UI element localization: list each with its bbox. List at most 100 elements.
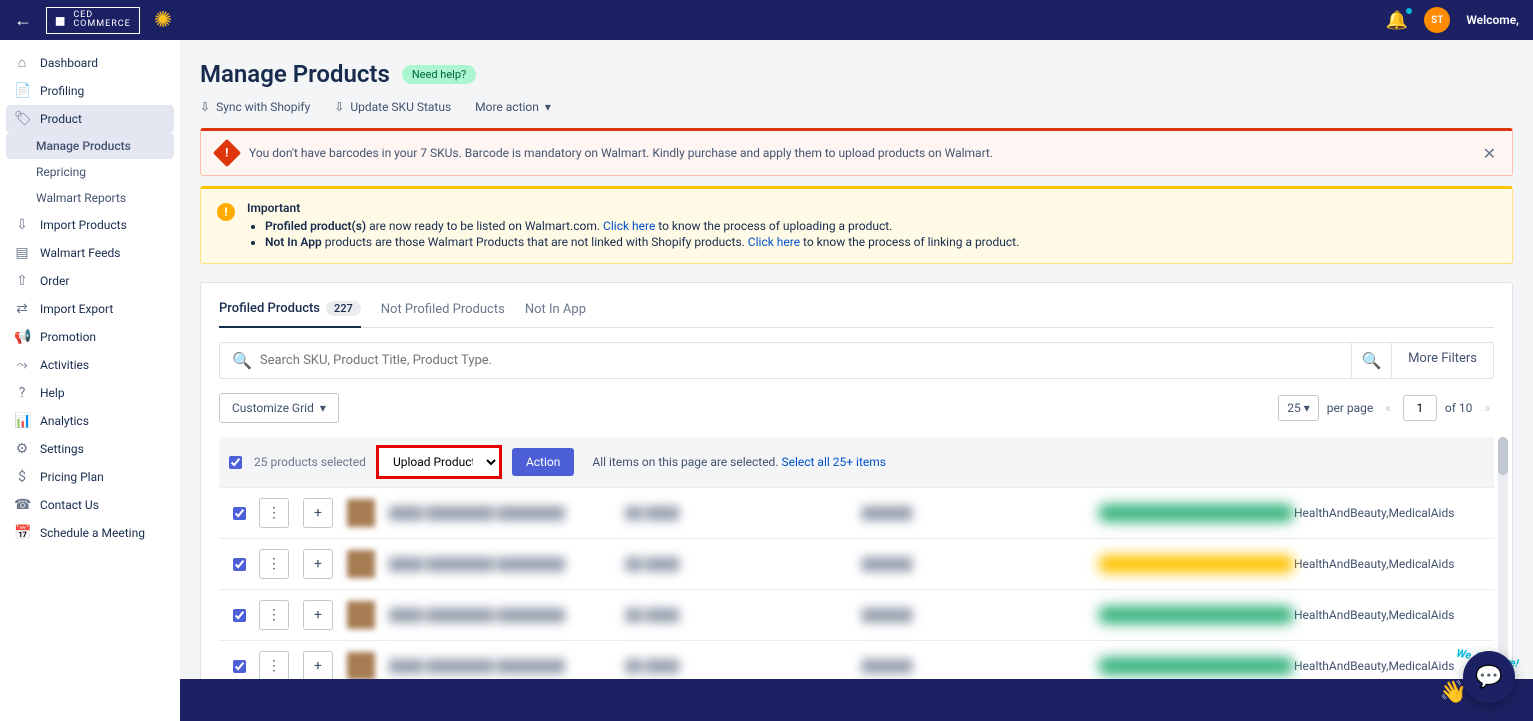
- nav-repricing[interactable]: Repricing: [0, 159, 180, 185]
- page-actions: ⇩Sync with Shopify ⇩Update SKU Status Mo…: [200, 100, 1513, 114]
- feed-icon: ▤: [14, 245, 30, 261]
- table-row: ⋮ + ████ ████████ ██████████ ██████████ …: [219, 487, 1494, 538]
- home-icon: ⌂: [14, 54, 30, 71]
- search-input[interactable]: [260, 353, 1339, 368]
- search-submit-button[interactable]: 🔍: [1352, 342, 1392, 379]
- chevron-down-icon: ▾: [320, 401, 326, 415]
- nav-activities[interactable]: ⤳Activities: [0, 351, 180, 379]
- row-checkbox[interactable]: [233, 558, 246, 571]
- page-total: of 10: [1445, 401, 1472, 415]
- select-all-checkbox[interactable]: [229, 456, 242, 469]
- calendar-icon: 📅: [14, 525, 30, 541]
- selection-bar: 25 products selected Upload Product Acti…: [219, 437, 1494, 487]
- nav-import-products[interactable]: ⇩Import Products: [0, 211, 180, 239]
- nav-label: Contact Us: [40, 498, 99, 512]
- alert-close-button[interactable]: ✕: [1483, 144, 1496, 163]
- brand-line2: COMMERCE: [73, 20, 130, 29]
- order-icon: ⇧: [14, 273, 30, 289]
- action-label: Sync with Shopify: [216, 100, 310, 114]
- need-help-badge[interactable]: Need help?: [402, 65, 476, 84]
- tab-not-in-app[interactable]: Not In App: [525, 301, 586, 327]
- back-arrow-icon[interactable]: ←: [14, 10, 32, 31]
- row-category: HealthAndBeauty,MedicalAids: [1294, 608, 1494, 622]
- top-bar: ← ◆ CED COMMERCE ✺ 🔔 ST Welcome,: [0, 0, 1533, 40]
- row-checkbox[interactable]: [233, 660, 246, 673]
- nav-settings[interactable]: ⚙Settings: [0, 435, 180, 463]
- row-menu-button[interactable]: ⋮: [259, 651, 289, 681]
- nav-profiling[interactable]: 📄Profiling: [0, 77, 180, 105]
- page-number-input[interactable]: [1403, 395, 1437, 421]
- nav-import-export[interactable]: ⇄Import Export: [0, 295, 180, 323]
- products-card: Profiled Products227 Not Profiled Produc…: [200, 282, 1513, 721]
- more-filters-button[interactable]: More Filters: [1392, 342, 1494, 379]
- megaphone-icon: 📢: [14, 329, 30, 345]
- nav-label: Promotion: [40, 330, 96, 344]
- bulk-action-button[interactable]: Action: [512, 448, 574, 476]
- more-action-dropdown[interactable]: More action▾: [475, 100, 551, 114]
- nav-walmart-feeds[interactable]: ▤Walmart Feeds: [0, 239, 180, 267]
- nav-pricing-plan[interactable]: $ Pricing Plan: [0, 463, 180, 491]
- row-category: HealthAndBeauty,MedicalAids: [1294, 557, 1494, 571]
- main-content: Manage Products Need help? ⇩Sync with Sh…: [180, 40, 1533, 721]
- scroll-thumb[interactable]: [1498, 437, 1508, 475]
- brand-logo[interactable]: ◆ CED COMMERCE: [46, 7, 140, 34]
- brand-text: CED COMMERCE: [73, 11, 130, 29]
- row-menu-button[interactable]: ⋮: [259, 498, 289, 528]
- nav-label: Pricing Plan: [40, 470, 104, 484]
- select-all-link[interactable]: Select all 25+ items: [781, 455, 886, 469]
- row-menu-button[interactable]: ⋮: [259, 600, 289, 630]
- selection-info: All items on this page are selected. Sel…: [592, 455, 886, 469]
- row-expand-button[interactable]: +: [303, 600, 333, 630]
- nav-dashboard[interactable]: ⌂Dashboard: [0, 48, 180, 77]
- download-icon: ⇩: [14, 217, 30, 233]
- selection-count: 25 products selected: [254, 455, 366, 469]
- per-page-select[interactable]: 25 ▾: [1278, 395, 1319, 421]
- notification-dot: [1406, 8, 1412, 14]
- chart-icon: 📊: [14, 413, 30, 429]
- row-content-blur: ████ ████████ ██████████ ██████████: [389, 555, 1294, 573]
- row-checkbox[interactable]: [233, 507, 246, 520]
- nav-analytics[interactable]: 📊Analytics: [0, 407, 180, 435]
- nav-promotion[interactable]: 📢 Promotion: [0, 323, 180, 351]
- customize-grid-button[interactable]: Customize Grid▾: [219, 393, 339, 423]
- nav-manage-products[interactable]: Manage Products: [6, 133, 174, 159]
- nav-order[interactable]: ⇧ Order: [0, 267, 180, 295]
- row-expand-button[interactable]: +: [303, 498, 333, 528]
- table-row: ⋮ + ████ ████████ ██████████ ██████████ …: [219, 538, 1494, 589]
- nav-schedule-meeting[interactable]: 📅Schedule a Meeting: [0, 519, 180, 547]
- nav-walmart-reports[interactable]: Walmart Reports: [0, 185, 180, 211]
- row-menu-button[interactable]: ⋮: [259, 549, 289, 579]
- page-title: Manage Products: [200, 60, 390, 88]
- info-link-2[interactable]: Click here: [748, 235, 800, 249]
- bulk-action-select[interactable]: Upload Product: [376, 445, 502, 479]
- chat-launcher-button[interactable]: 💬: [1463, 651, 1515, 703]
- info-content: Important Profiled product(s) are now re…: [247, 201, 1019, 251]
- row-content-blur: ████ ████████ ██████████ ██████████: [389, 657, 1294, 675]
- nav-label: Help: [40, 386, 65, 400]
- sync-shopify-button[interactable]: ⇩Sync with Shopify: [200, 100, 310, 114]
- row-expand-button[interactable]: +: [303, 651, 333, 681]
- nav-product[interactable]: 🏷Product: [6, 105, 174, 133]
- tab-label: Profiled Products: [219, 301, 320, 316]
- info-icon: !: [217, 203, 235, 221]
- notifications-button[interactable]: 🔔: [1386, 10, 1408, 31]
- nav-label: Activities: [40, 358, 89, 372]
- nav-label: Order: [40, 274, 69, 288]
- update-sku-button[interactable]: ⇩Update SKU Status: [334, 100, 451, 114]
- page-next-button[interactable]: »: [1480, 401, 1494, 415]
- row-checkbox[interactable]: [233, 609, 246, 622]
- tab-profiled-products[interactable]: Profiled Products227: [219, 301, 361, 328]
- tab-not-profiled[interactable]: Not Profiled Products: [381, 301, 505, 327]
- product-thumbnail: [347, 652, 375, 680]
- nav-label: Repricing: [36, 165, 86, 179]
- page-prev-button[interactable]: «: [1381, 401, 1395, 415]
- welcome-text: Welcome,: [1466, 13, 1519, 27]
- nav-contact-us[interactable]: ☎Contact Us: [0, 491, 180, 519]
- search-row: 🔍 🔍 More Filters: [219, 342, 1494, 379]
- dollar-icon: $: [14, 469, 30, 485]
- nav-label: Product: [40, 112, 82, 126]
- row-expand-button[interactable]: +: [303, 549, 333, 579]
- nav-help[interactable]: ?Help: [0, 379, 180, 407]
- user-avatar[interactable]: ST: [1424, 7, 1450, 33]
- info-link-1[interactable]: Click here: [603, 219, 655, 233]
